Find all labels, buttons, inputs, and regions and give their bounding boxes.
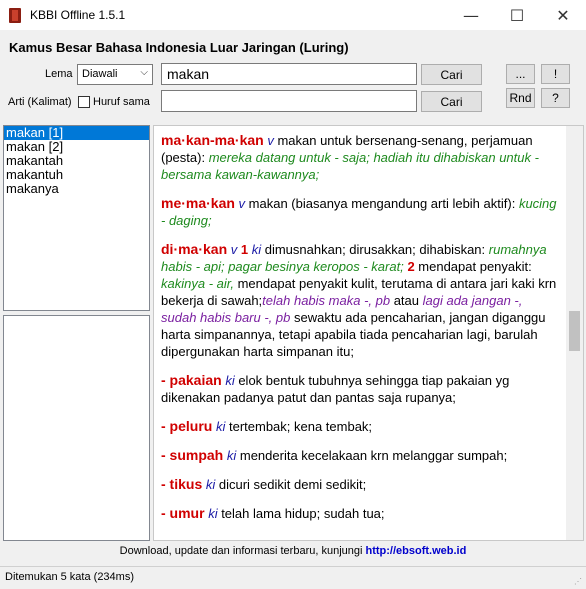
lema-label: Lema xyxy=(45,68,73,80)
definition: dicuri sedikit demi sedikit; xyxy=(215,477,367,492)
headword: - tikus xyxy=(161,476,203,492)
list-item[interactable]: makan [1] xyxy=(4,126,149,140)
maximize-icon: ☐ xyxy=(509,5,525,25)
status-bar: Ditemukan 5 kata (234ms) ⋰ xyxy=(0,566,586,589)
list-item[interactable]: makantah xyxy=(4,154,149,168)
ki-tag: ki xyxy=(208,506,218,521)
vertical-scrollbar[interactable] xyxy=(566,126,583,540)
maximize-button[interactable]: ☐ xyxy=(494,0,540,30)
definition-text: ma·kan-ma·kan v makan untuk bersenang-se… xyxy=(161,132,561,534)
ki-tag: ki xyxy=(226,448,237,463)
sense-number: 1 xyxy=(240,242,249,257)
headword: me·ma·kan xyxy=(161,195,235,211)
example: mereka datang untuk - saja; hadiah itu d… xyxy=(161,150,539,182)
entry-peluru: - peluru ki tertembak; kena tembak; xyxy=(161,418,561,435)
entry-memakan: me·ma·kan v makan (biasanya mengandung a… xyxy=(161,195,561,229)
scrollbar-thumb[interactable] xyxy=(569,311,580,351)
ki-tag: ki xyxy=(251,242,262,257)
headword: - umur xyxy=(161,505,205,521)
help-button[interactable]: ? xyxy=(541,88,570,108)
ki-tag: ki xyxy=(215,419,226,434)
cari-lema-button[interactable]: Cari xyxy=(421,64,482,85)
info-button[interactable]: ! xyxy=(541,64,570,84)
definition: mendapat penyakit: xyxy=(414,259,532,274)
sense-number: 2 xyxy=(407,259,415,274)
headword: - peluru xyxy=(161,418,213,434)
pos-tag: v xyxy=(230,242,238,257)
minimize-icon: — xyxy=(463,5,479,25)
huruf-sama-checkbox[interactable] xyxy=(78,96,90,108)
title-bar: KBBI Offline 1.5.1 — ☐ ✕ xyxy=(0,0,586,30)
headword: ma·kan-ma·kan xyxy=(161,132,264,148)
arti-label: Arti (Kalimat) xyxy=(8,96,72,108)
lema-mode-select[interactable]: Diawali ⌵ xyxy=(77,64,153,85)
close-button[interactable]: ✕ xyxy=(540,0,586,30)
entry-pakaian: - pakaian ki elok bentuk tubuhnya sehing… xyxy=(161,372,561,406)
page-title: Kamus Besar Bahasa Indonesia Luar Jaring… xyxy=(9,40,349,55)
status-text: Ditemukan 5 kata (234ms) xyxy=(5,571,134,583)
headword: - sumpah xyxy=(161,447,224,463)
entry-tikus: - tikus ki dicuri sedikit demi sedikit; xyxy=(161,476,561,493)
definition: tertembak; kena tembak; xyxy=(225,419,373,434)
proverb: telah habis maka -, pb xyxy=(262,293,391,308)
entry-dimakan: di·ma·kan v 1 ki dimusnahkan; dirusakkan… xyxy=(161,241,561,360)
list-item[interactable]: makantuh xyxy=(4,168,149,182)
secondary-list[interactable] xyxy=(3,315,150,541)
entry-makan-makan: ma·kan-ma·kan v makan untuk bersenang-se… xyxy=(161,132,561,183)
definition: dimusnahkan; dirusakkan; dihabiskan: xyxy=(261,242,489,257)
results-list[interactable]: makan [1] makan [2] makantah makantuh ma… xyxy=(3,125,150,311)
more-button[interactable]: ... xyxy=(506,64,535,84)
definition: makan (biasanya mengandung arti lebih ak… xyxy=(245,196,519,211)
cari-arti-button[interactable]: Cari xyxy=(421,91,482,112)
footer-info: Download, update dan informasi terbaru, … xyxy=(0,545,586,557)
list-item[interactable]: makanya xyxy=(4,182,149,196)
definition: menderita kecelakaan krn melanggar sumpa… xyxy=(236,448,508,463)
close-icon: ✕ xyxy=(556,5,570,25)
ki-tag: ki xyxy=(225,373,235,388)
example: kakinya - air, xyxy=(161,276,234,291)
definition: telah lama hidup; sudah tua; xyxy=(217,506,385,521)
lema-search-input[interactable]: makan xyxy=(161,63,417,85)
arti-search-input[interactable] xyxy=(161,90,417,112)
chevron-down-icon: ⌵ xyxy=(140,67,148,78)
headword: di·ma·kan xyxy=(161,241,228,257)
entry-sumpah: - sumpah ki menderita kecelakaan krn mel… xyxy=(161,447,561,464)
entry-umur: - umur ki telah lama hidup; sudah tua; xyxy=(161,505,561,522)
window-title: KBBI Offline 1.5.1 xyxy=(30,8,126,22)
resize-grip-icon[interactable]: ⋰ xyxy=(574,577,584,587)
list-item[interactable]: makan [2] xyxy=(4,140,149,154)
ki-tag: ki xyxy=(205,477,216,492)
website-link[interactable]: http://ebsoft.web.id xyxy=(366,545,467,557)
minimize-button[interactable]: — xyxy=(448,0,494,30)
book-icon xyxy=(9,8,21,23)
definition: atau xyxy=(390,293,423,308)
headword: - pakaian xyxy=(161,372,222,388)
definition-panel[interactable]: ma·kan-ma·kan v makan untuk bersenang-se… xyxy=(153,125,584,541)
lema-mode-value: Diawali xyxy=(82,68,118,80)
footer-text: Download, update dan informasi terbaru, … xyxy=(119,545,366,557)
huruf-sama-label: Huruf sama xyxy=(93,96,150,108)
random-button[interactable]: Rnd xyxy=(506,88,535,108)
